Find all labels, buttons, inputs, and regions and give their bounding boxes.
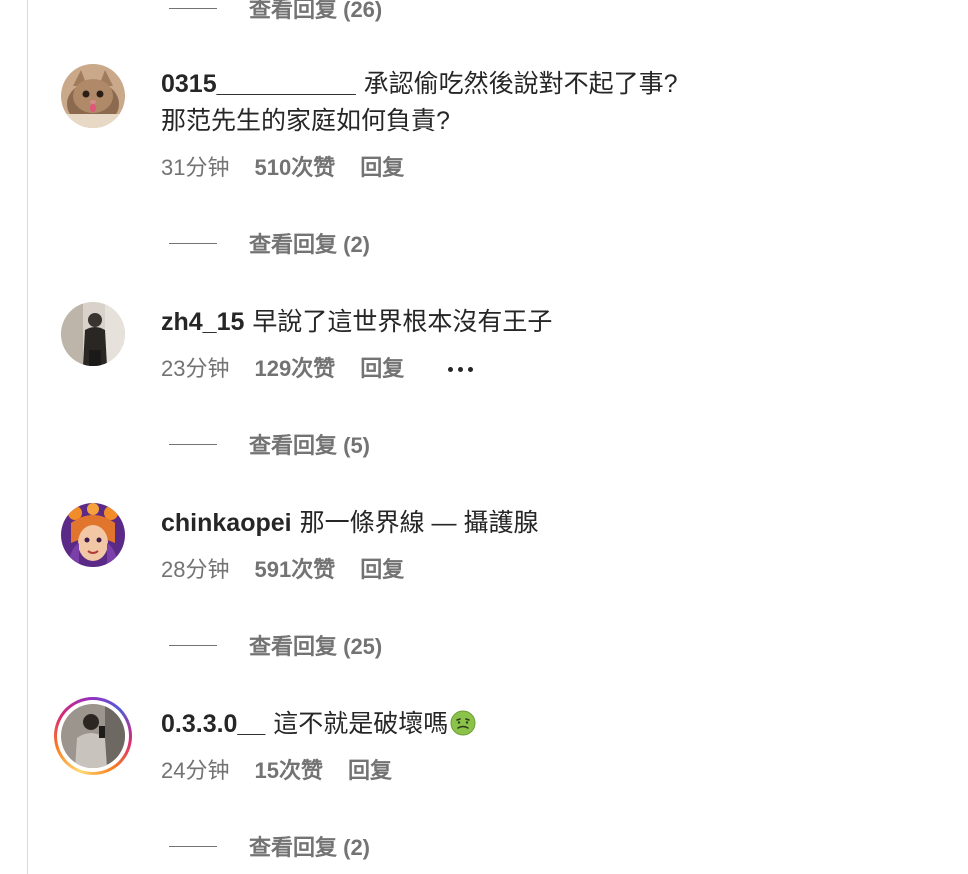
- reply-button[interactable]: 回复: [360, 155, 404, 181]
- comment-text: chinkaopei 那一條界線 — 攝護腺: [161, 505, 931, 542]
- comment-likes[interactable]: 129次赞: [254, 356, 335, 382]
- halloween-avatar-icon: [61, 503, 125, 567]
- comment-meta: 28分钟 591次赞 回复: [161, 557, 931, 583]
- comment-text: zh4_15 早說了這世界根本沒有王子: [161, 304, 931, 341]
- nauseated-face-emoji-icon: [450, 710, 476, 736]
- view-replies-label: 查看回复 (26): [249, 0, 383, 22]
- reply-button[interactable]: 回复: [360, 356, 404, 382]
- view-replies-line: [169, 644, 217, 646]
- view-replies-button[interactable]: 查看回复 (2): [169, 227, 370, 259]
- avatar[interactable]: [61, 64, 125, 128]
- view-replies-button[interactable]: 查看回复 (2): [169, 830, 370, 862]
- comment-likes[interactable]: 591次赞: [254, 557, 335, 583]
- reply-button[interactable]: 回复: [360, 557, 404, 583]
- avatar[interactable]: [61, 302, 125, 366]
- view-replies-line: [169, 7, 217, 9]
- story-ring-avatar[interactable]: [54, 697, 132, 775]
- view-replies-button[interactable]: 查看回复 (25): [169, 629, 382, 661]
- comment-username[interactable]: 0315__________: [161, 70, 356, 98]
- comment-content: 早說了這世界根本沒有王子: [252, 308, 553, 336]
- view-replies-line: [169, 845, 217, 847]
- view-replies-line: [169, 242, 217, 244]
- comment-username[interactable]: 0.3.3.0__: [161, 710, 265, 738]
- comment-time[interactable]: 31分钟: [161, 155, 229, 181]
- comment-meta: 31分钟 510次赞 回复: [161, 155, 931, 181]
- view-replies-label: 查看回复 (2): [249, 835, 371, 860]
- comment-username[interactable]: chinkaopei: [161, 509, 292, 537]
- more-horizontal-icon[interactable]: [448, 366, 474, 372]
- avatar[interactable]: [61, 503, 125, 567]
- comment-likes[interactable]: 15次赞: [254, 758, 322, 784]
- view-replies-label: 查看回复 (5): [249, 433, 371, 458]
- view-replies-label: 查看回复 (25): [249, 634, 383, 659]
- view-replies-label: 查看回复 (2): [249, 232, 371, 257]
- comment-content: 這不就是破壞嗎: [273, 710, 449, 738]
- view-replies-button[interactable]: 查看回复 (5): [169, 428, 370, 460]
- comment-meta: 23分钟 129次赞 回复: [161, 356, 931, 382]
- comment-text: 0.3.3.0__ 這不就是破壞嗎: [161, 706, 931, 743]
- comment-content: 承認偷吃然後說對不起了事?: [363, 70, 678, 98]
- comment-time[interactable]: 28分钟: [161, 557, 229, 583]
- comment-time[interactable]: 23分钟: [161, 356, 229, 382]
- view-replies-button[interactable]: 查看回复 (26): [169, 0, 382, 24]
- comment-likes[interactable]: 510次赞: [254, 155, 335, 181]
- view-replies-line: [169, 443, 217, 445]
- person-photo-avatar-icon: [61, 302, 125, 366]
- comment-username[interactable]: zh4_15: [161, 308, 244, 336]
- comment-text: 0315__________ 承認偷吃然後說對不起了事? 那范先生的家庭如何負責?: [161, 66, 931, 140]
- comment-time[interactable]: 24分钟: [161, 758, 229, 784]
- reply-button[interactable]: 回复: [348, 758, 392, 784]
- person-photo-avatar-icon: [61, 704, 125, 768]
- thread-divider-line: [27, 0, 28, 874]
- comment-content: 那一條界線 — 攝護腺: [299, 509, 539, 537]
- comment-meta: 24分钟 15次赞 回复: [161, 758, 931, 784]
- comment-content-line2: 那范先生的家庭如何負責?: [161, 107, 450, 135]
- cat-avatar-icon: [61, 64, 125, 128]
